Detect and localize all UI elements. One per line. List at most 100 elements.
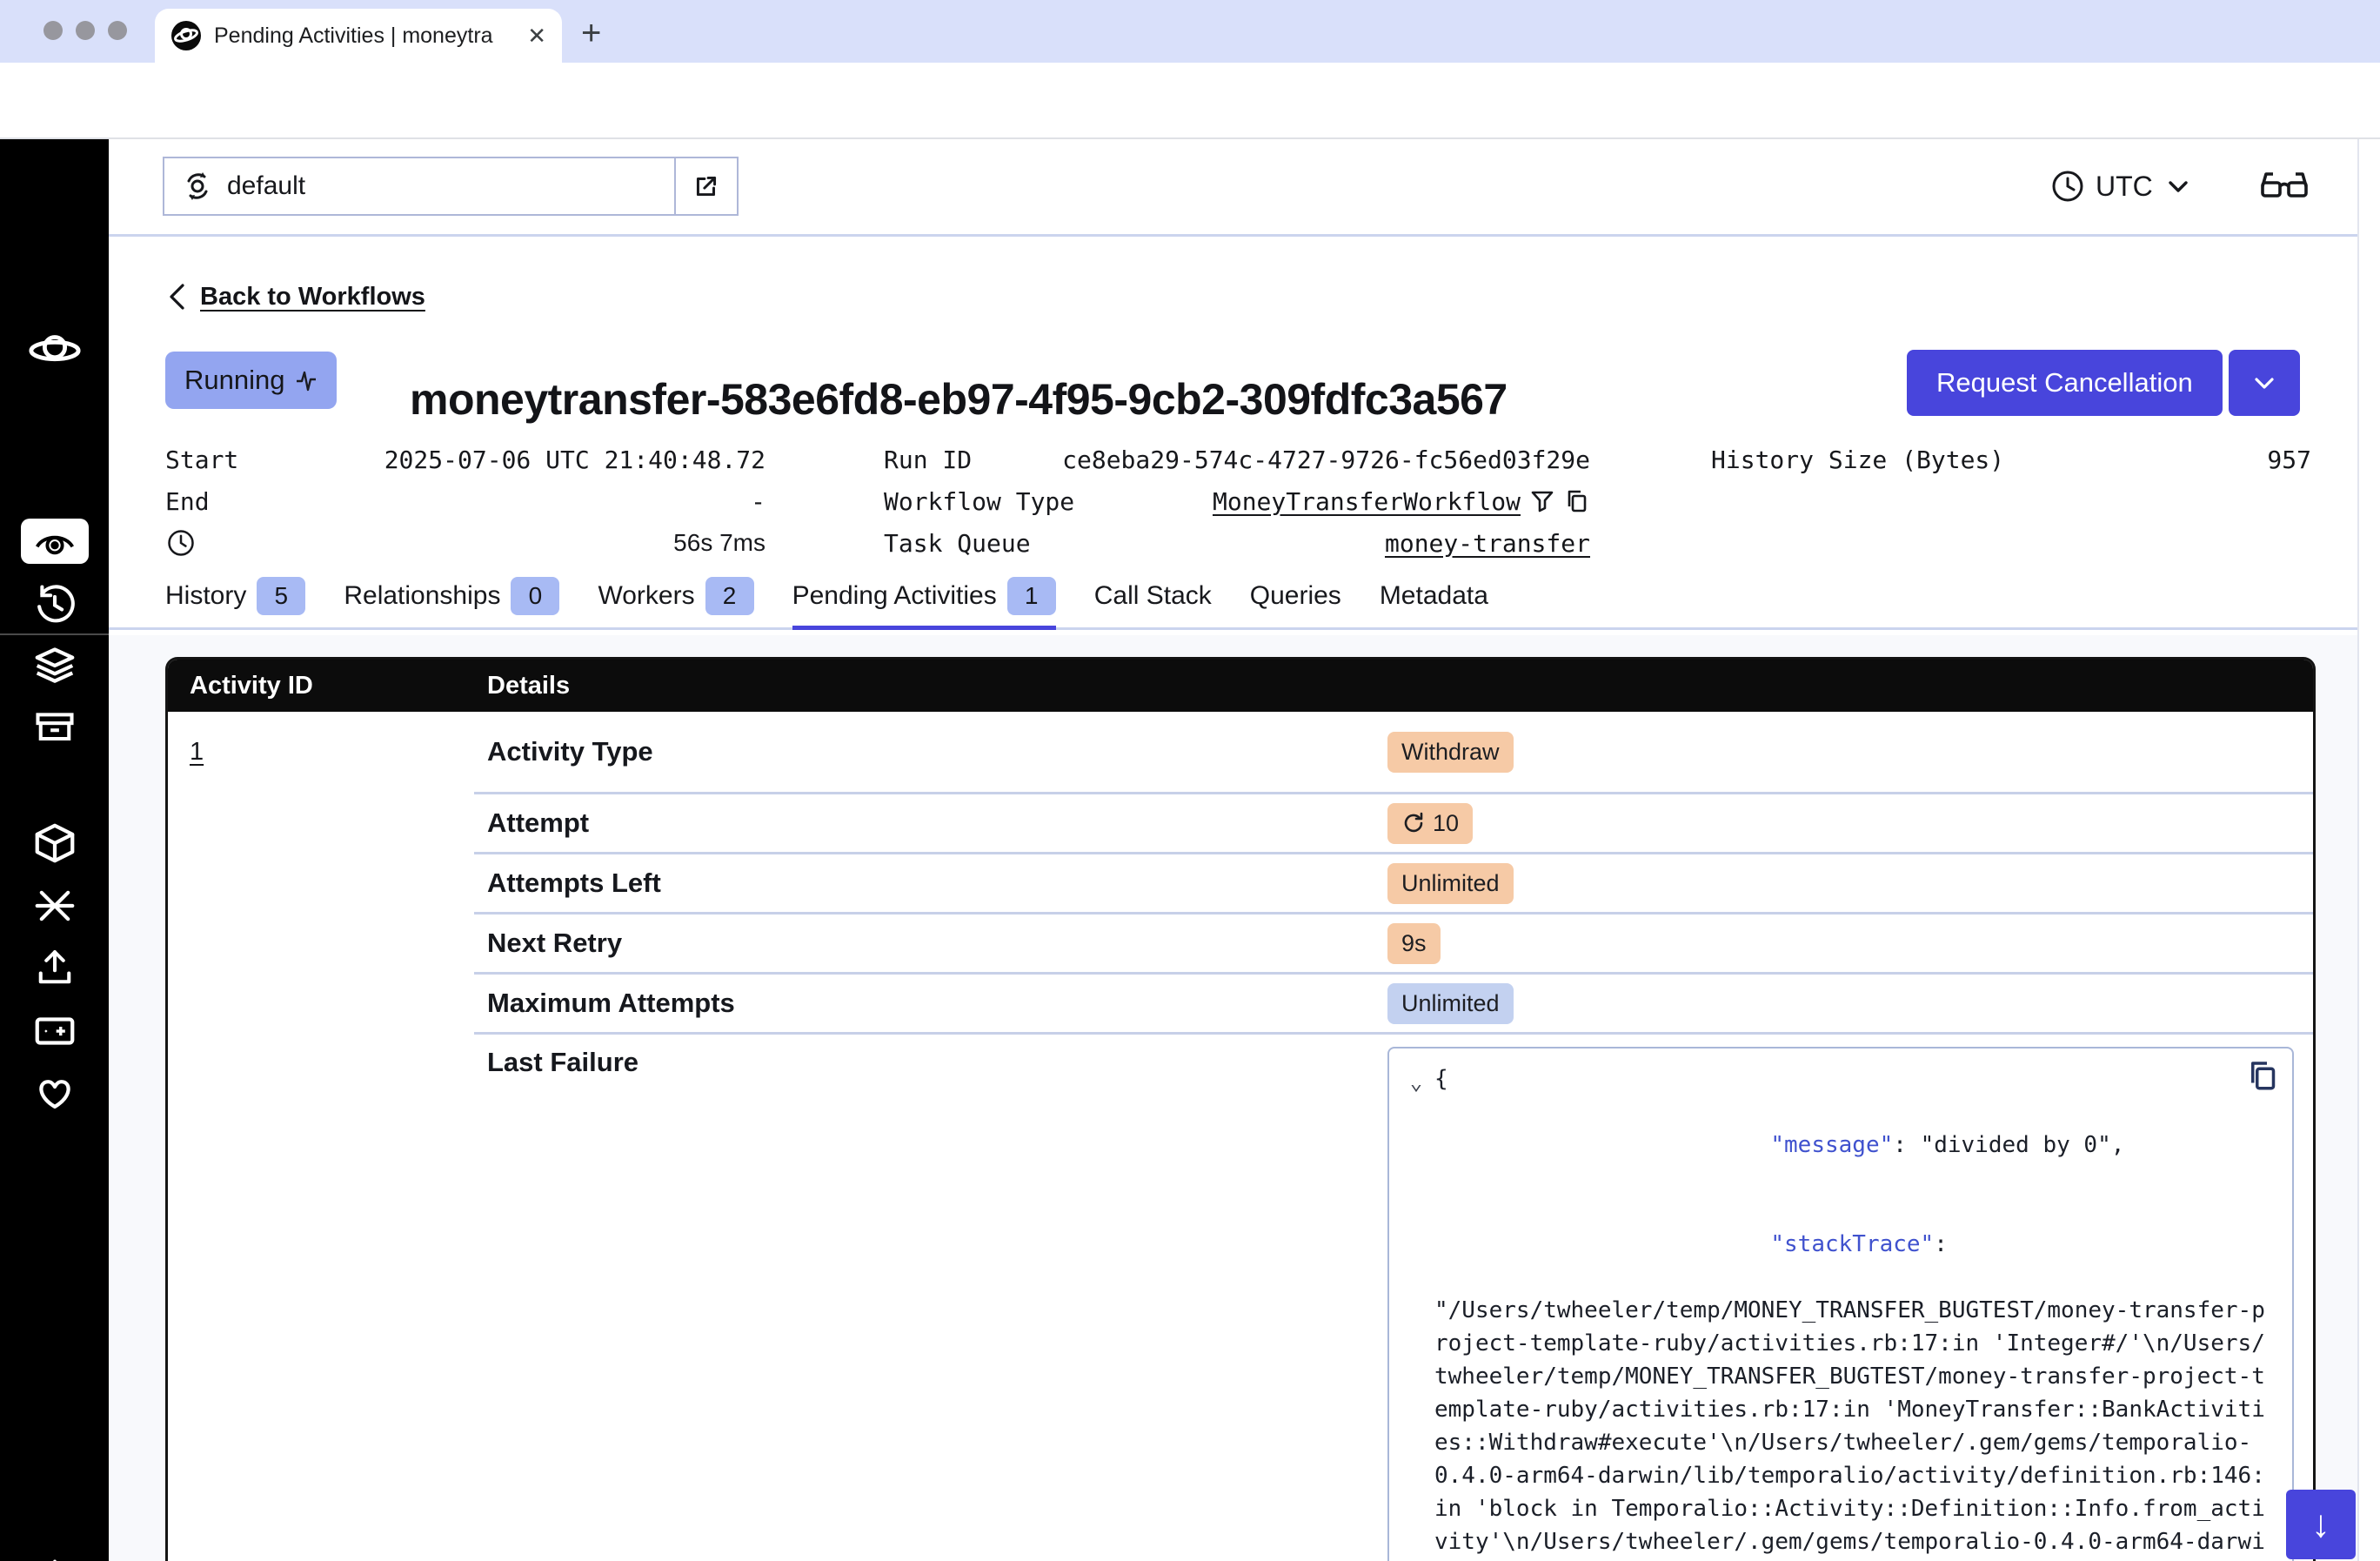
detail-row-maximum-attempts: Maximum Attempts Unlimited [474,975,2313,1035]
detail-row-next-retry: Next Retry 9s [474,914,2313,975]
browser-toolbar: localhost:8080/namespaces/default/workfl… [0,63,2380,139]
tab-history[interactable]: History 5 [165,573,305,627]
meta-label: Run ID [884,446,972,474]
activity-type-badge: Withdraw [1387,732,1514,773]
back-link-label: Back to Workflows [200,283,425,312]
browser-tab[interactable]: Pending Activities | moneytra ✕ [155,9,562,63]
browser-tabstrip: Pending Activities | moneytra ✕ + [0,0,2380,63]
namespace-icon [182,171,213,202]
status-badge: Running [165,352,337,409]
tab-pending-activities-count: 1 [1007,577,1056,615]
column-activity-id: Activity ID [168,672,474,700]
temporal-favicon-icon [170,20,202,51]
table-header: Activity ID Details [168,660,2313,712]
task-queue-link[interactable]: money-transfer [1385,529,1590,558]
screen: Pending Activities | moneytra ✕ + localh… [0,0,2380,1561]
code-line: "message": "divided by 0", [1434,1095,2271,1195]
nav-archive-icon[interactable] [0,705,109,750]
app-sidebar: 2.34.0 [0,139,109,1561]
chevron-down-icon [2163,171,2193,201]
tab-metadata[interactable]: Metadata [1380,573,1488,627]
meta-label: Task Queue [884,529,1031,558]
heartbeat-pulse-icon [295,367,318,393]
nav-workflows-active[interactable] [21,519,89,564]
page-title: moneytransfer-583e6fd8-eb97-4f95-9cb2-30… [410,374,1508,425]
retry-icon [1401,811,1426,835]
detail-row-activity-type: Activity Type Withdraw [474,712,2313,794]
clock-icon [2050,169,2085,204]
nav-feedback-heart-icon[interactable] [0,1069,109,1115]
maximum-attempts-badge: Unlimited [1387,983,1514,1024]
meta-label: History Size (Bytes) [1711,446,2004,474]
detail-row-attempts-left: Attempts Left Unlimited [474,854,2313,914]
sidebar-divider [0,633,109,635]
tab-queries[interactable]: Queries [1250,573,1341,627]
tab-pending-activities[interactable]: Pending Activities 1 [792,573,1056,627]
theme-toggle-sun-icon[interactable] [0,1556,109,1561]
tab-workers[interactable]: Workers 2 [598,573,753,627]
namespace-selector[interactable]: default [163,157,739,216]
timezone-selector[interactable]: UTC [2050,157,2193,216]
temporal-logo-icon[interactable] [0,324,109,378]
column-details: Details [474,672,2313,700]
new-tab-button[interactable]: + [581,14,601,53]
data-encoder-glasses-icon[interactable] [2257,160,2311,209]
last-failure-code-block: ⌄ { "message": "divided by 0", "stackTra… [1387,1047,2294,1561]
detail-row-last-failure: Last Failure ⌄ { [474,1035,2313,1561]
meta-label: Workflow Type [884,487,1074,516]
nav-import-icon[interactable] [0,945,109,990]
tab-relationships[interactable]: Relationships 0 [344,573,559,627]
tab-call-stack[interactable]: Call Stack [1094,573,1212,627]
copy-icon[interactable] [2245,1059,2280,1094]
stack-trace-text: "/Users/twheeler/temp/MONEY_TRANSFER_BUG… [1434,1294,2271,1561]
cancellation-menu-chevron-button[interactable] [2229,350,2300,416]
tab-title: Pending Activities | moneytra [214,23,501,49]
nav-schedules-icon[interactable] [0,581,109,626]
workflows-eye-icon [33,522,77,560]
namespace-name: default [227,171,305,201]
detail-row-attempt: Attempt 10 [474,794,2313,854]
code-line: "stackTrace": [1434,1195,2271,1294]
traffic-light-close-icon[interactable] [43,21,63,40]
app-header: default UTC [109,139,2380,237]
pending-activities-table: Activity ID Details 1 Activity Type With… [165,657,2316,1561]
tab-workers-count: 2 [705,577,754,615]
nav-labs-icon[interactable] [0,1008,109,1055]
activity-id-link[interactable]: 1 [190,738,204,766]
namespace-external-link-button[interactable] [674,158,737,214]
nav-batch-icon[interactable] [0,642,109,689]
meta-end-value: - [751,487,765,516]
meta-history-size-value: 957 [2267,446,2311,474]
next-retry-badge: 9s [1387,923,1441,964]
code-line: { [1434,1062,2271,1095]
copy-icon[interactable] [1564,488,1590,514]
workflow-type-link[interactable]: MoneyTransferWorkflow [1213,487,1521,516]
chevron-left-icon [165,282,188,312]
duration-clock-icon [165,527,197,559]
status-label: Running [184,365,284,396]
back-to-workflows-link[interactable]: Back to Workflows [165,282,425,312]
workflow-summary: Back to Workflows Running moneytransfer-… [109,237,2380,635]
pending-activities-panel: Activity ID Details 1 Activity Type With… [109,635,2380,1561]
tab-history-count: 5 [257,577,305,615]
workflow-tabs: History 5 Relationships 0 Workers 2 Pend… [109,573,2362,630]
tab-relationships-count: 0 [511,577,559,615]
meta-label: End [165,487,210,516]
traffic-light-minimize-icon[interactable] [76,21,95,40]
meta-start-value: 2025-07-06 UTC 21:40:48.72 [384,446,765,474]
tab-close-icon[interactable]: ✕ [527,24,546,47]
filter-icon[interactable] [1529,488,1555,514]
request-cancellation-button[interactable]: Request Cancellation [1907,350,2223,416]
meta-duration-value: 56s 7ms [673,529,765,557]
attempt-badge: 10 [1387,803,1473,844]
traffic-light-zoom-icon[interactable] [108,21,127,40]
scroll-to-bottom-button[interactable]: ↓ [2286,1490,2356,1559]
attempts-left-badge: Unlimited [1387,863,1514,904]
timezone-value: UTC [2096,171,2153,203]
meta-run-id-value: ce8eba29-574c-4727-9726-fc56ed03f29e [1062,446,1590,474]
meta-label: Start [165,446,238,474]
nav-cube-icon[interactable] [0,820,109,867]
browser-scrollbar[interactable] [2357,139,2380,1561]
fold-chevron-icon[interactable]: ⌄ [1398,1062,1434,1561]
nav-asterisk-icon[interactable] [0,882,109,929]
